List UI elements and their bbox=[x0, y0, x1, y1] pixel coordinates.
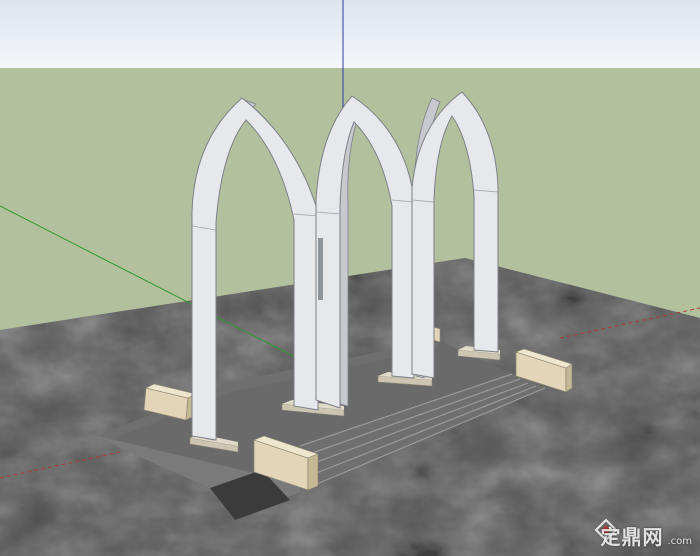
watermark-domain: .com bbox=[667, 536, 692, 547]
modeling-viewport[interactable] bbox=[0, 0, 700, 556]
watermark: 定鼎网 .com bbox=[574, 521, 692, 550]
sky bbox=[0, 0, 700, 68]
watermark-text: 定鼎网 bbox=[600, 525, 664, 549]
